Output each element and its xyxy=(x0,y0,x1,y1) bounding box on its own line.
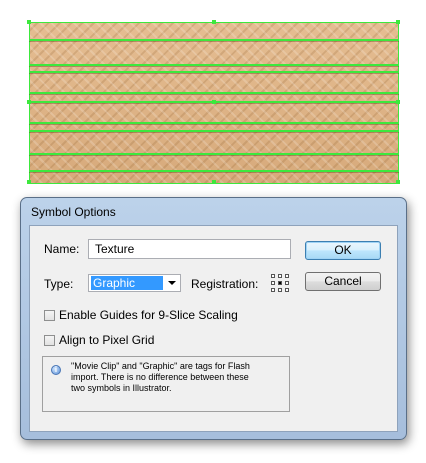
ok-button[interactable]: OK xyxy=(305,241,381,260)
selection-handle[interactable] xyxy=(396,180,400,184)
selection-handle[interactable] xyxy=(27,20,31,24)
selection-handle[interactable] xyxy=(396,20,400,24)
selection-handle[interactable] xyxy=(212,20,216,24)
name-input[interactable]: Texture xyxy=(88,239,291,259)
plank-seam-line xyxy=(29,92,399,94)
registration-point-grid[interactable] xyxy=(271,274,289,292)
dialog-title: Symbol Options xyxy=(31,205,116,219)
plank-seam-line xyxy=(29,122,399,124)
selection-handle[interactable] xyxy=(396,100,400,104)
type-label: Type: xyxy=(44,277,74,291)
info-icon: i xyxy=(51,365,61,375)
dialog-body: Name: Texture OK Cancel Type: Graphic Re… xyxy=(29,225,398,432)
registration-point-selected[interactable] xyxy=(278,281,282,285)
type-select[interactable]: Graphic xyxy=(88,274,181,292)
cancel-button[interactable]: Cancel xyxy=(305,272,381,291)
align-pixel-grid-checkbox[interactable] xyxy=(44,335,55,346)
align-pixel-grid-label[interactable]: Align to Pixel Grid xyxy=(59,333,154,347)
selection-handle[interactable] xyxy=(212,180,216,184)
registration-point[interactable] xyxy=(285,274,289,278)
symbol-options-dialog: Symbol Options Name: Texture OK Cancel T… xyxy=(20,197,407,440)
registration-point[interactable] xyxy=(271,281,275,285)
registration-point[interactable] xyxy=(285,281,289,285)
name-label: Name: xyxy=(44,242,80,256)
registration-point[interactable] xyxy=(278,288,282,292)
plank-seam-line xyxy=(29,71,399,73)
plank-seam-line xyxy=(29,153,399,155)
registration-point[interactable] xyxy=(285,288,289,292)
info-text: "Movie Clip" and "Graphic" are tags for … xyxy=(71,361,250,393)
chevron-down-icon[interactable] xyxy=(168,281,176,285)
plank-seam-line xyxy=(29,64,399,66)
registration-label: Registration: xyxy=(191,277,259,291)
plank-seam-line xyxy=(29,170,399,172)
registration-point[interactable] xyxy=(271,288,275,292)
registration-point[interactable] xyxy=(271,274,275,278)
info-box: i "Movie Clip" and "Graphic" are tags fo… xyxy=(42,356,290,412)
enable-guides-label[interactable]: Enable Guides for 9-Slice Scaling xyxy=(59,308,238,322)
plank-seam-line xyxy=(29,39,399,41)
enable-guides-checkbox[interactable] xyxy=(44,310,55,321)
selection-handle[interactable] xyxy=(27,180,31,184)
selection-center-point[interactable] xyxy=(212,100,216,104)
plank-seam-line xyxy=(29,130,399,132)
registration-point[interactable] xyxy=(278,274,282,278)
selection-handle[interactable] xyxy=(27,100,31,104)
type-select-value: Graphic xyxy=(91,276,163,290)
